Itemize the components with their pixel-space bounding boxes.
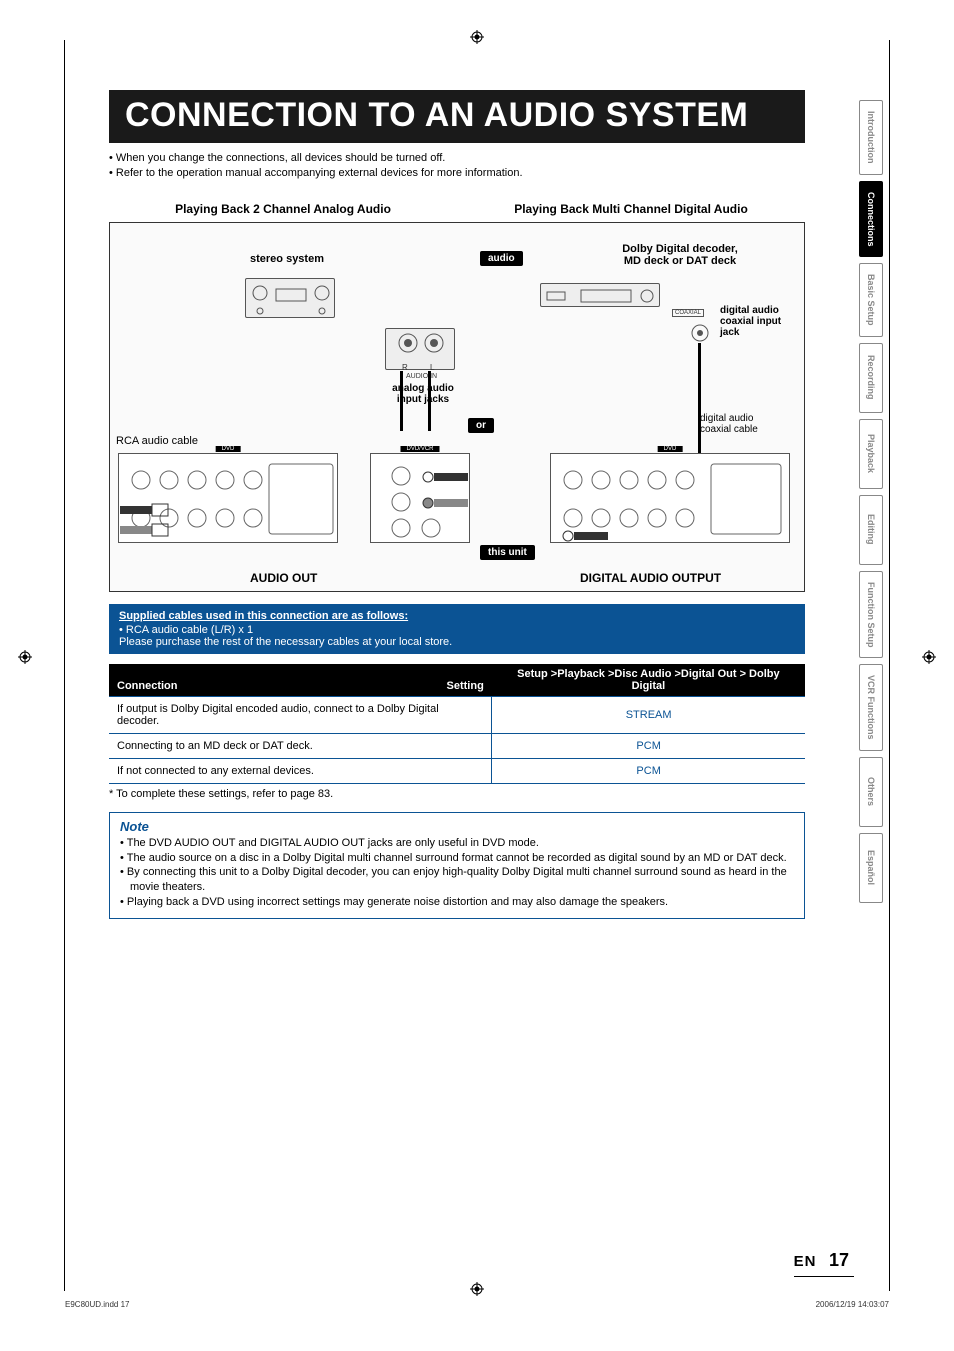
table-setting-header: Setting [447, 680, 484, 692]
supplied-line-1: • RCA audio cable (L/R) x 1 [119, 624, 795, 636]
diagram-body: stereo system audio Dolby Digital decode… [109, 222, 805, 592]
supplied-cables-box: Supplied cables used in this connection … [109, 604, 805, 654]
page-lang: EN [794, 1253, 817, 1270]
supplied-header: Supplied cables used in this connection … [119, 610, 795, 622]
footer-left: E9C80UD.indd 17 [65, 1300, 129, 1309]
note-box: Note The DVD AUDIO OUT and DIGITAL AUDIO… [109, 812, 805, 919]
analog-input-jacks-icon [385, 328, 455, 370]
digital-coax-jack-2: coaxial input [720, 316, 781, 327]
settings-table: Connection Setting Setup >Playback >Disc… [109, 664, 805, 784]
this-unit-pill: this unit [480, 545, 535, 560]
tab-function-setup[interactable]: Function Setup [859, 571, 883, 659]
digital-coax-cable-2: coaxial cable [700, 424, 758, 435]
digital-coax-jack-1: digital audio [720, 305, 781, 316]
stereo-device-icon [245, 278, 335, 318]
table-value-cell: PCM [492, 733, 805, 758]
tab-others[interactable]: Others [859, 757, 883, 827]
table-footnote: * To complete these settings, refer to p… [109, 788, 805, 800]
rca-plug-l-icon [120, 503, 170, 520]
page-num: 17 [829, 1250, 849, 1270]
table-connection-cell: If not connected to any external devices… [109, 758, 492, 783]
note-title: Note [120, 819, 794, 834]
stereo-system-label: stereo system [250, 253, 324, 265]
note-item: The audio source on a disc in a Dolby Di… [120, 851, 794, 866]
note-item: The DVD AUDIO OUT and DIGITAL AUDIO OUT … [120, 836, 794, 851]
table-setting-path: Setup >Playback >Disc Audio >Digital Out… [492, 664, 805, 697]
registration-mark-right-icon [922, 650, 936, 664]
tab-recording[interactable]: Recording [859, 343, 883, 413]
page-frame: CONNECTION TO AN AUDIO SYSTEM • When you… [64, 40, 890, 1291]
tab-introduction[interactable]: Introduction [859, 100, 883, 175]
coaxial-small-label: COAXIAL [672, 309, 704, 317]
table-row: Connecting to an MD deck or DAT deck. PC… [109, 733, 805, 758]
coax-plug-icon [560, 529, 610, 546]
digital-coax-jack-3: jack [720, 327, 781, 338]
page-number-rule-icon [794, 1276, 854, 1277]
tab-vcr-functions[interactable]: VCR Functions [859, 664, 883, 751]
rca-cable-label: RCA audio cable [116, 435, 198, 447]
rca-plug-center-l-icon [420, 471, 470, 486]
tab-connections[interactable]: Connections [859, 181, 883, 258]
audio-pill: audio [480, 251, 523, 266]
rca-plug-r-icon [120, 523, 170, 540]
intro-line-2: • Refer to the operation manual accompan… [109, 166, 849, 181]
note-item: Playing back a DVD using incorrect setti… [120, 895, 794, 910]
or-pill: or [468, 418, 494, 433]
tab-basic-setup[interactable]: Basic Setup [859, 263, 883, 337]
rca-plug-center-r-icon [420, 497, 470, 512]
analog-audio-2: input jacks [378, 394, 468, 405]
intro-line-1: • When you change the connections, all d… [109, 151, 849, 166]
footer-right: 2006/12/19 14:03:07 [816, 1300, 889, 1309]
cable-line-icon [428, 371, 431, 431]
dolby-label-2: MD deck or DAT deck [580, 255, 780, 267]
analog-audio-1: analog audio [378, 383, 468, 394]
note-item: By connecting this unit to a Dolby Digit… [120, 865, 794, 895]
diagram-header-left: Playing Back 2 Channel Analog Audio [109, 202, 457, 216]
audio-out-label: AUDIO OUT [250, 571, 317, 585]
cable-line-icon [400, 371, 403, 431]
table-connection-header: Connection [117, 680, 447, 692]
page-number: EN 17 [794, 1250, 849, 1271]
table-row: If not connected to any external devices… [109, 758, 805, 783]
dolby-deck-icon [540, 283, 660, 307]
tab-playback[interactable]: Playback [859, 419, 883, 489]
supplied-line-2: Please purchase the rest of the necessar… [119, 636, 795, 648]
table-value-cell: STREAM [492, 696, 805, 733]
audio-in-small: AUDIO IN [406, 373, 437, 380]
digital-coax-cable-1: digital audio [700, 413, 758, 424]
table-connection-cell: If output is Dolby Digital encoded audio… [109, 696, 492, 733]
tab-editing[interactable]: Editing [859, 495, 883, 565]
page-title: CONNECTION TO AN AUDIO SYSTEM [109, 90, 805, 143]
digital-audio-output-label: DIGITAL AUDIO OUTPUT [580, 571, 721, 585]
table-row: If output is Dolby Digital encoded audio… [109, 696, 805, 733]
diagram-area: Playing Back 2 Channel Analog Audio Play… [109, 202, 849, 592]
dolby-label-1: Dolby Digital decoder, [580, 243, 780, 255]
side-tabs: Introduction Connections Basic Setup Rec… [859, 100, 883, 903]
intro-bullets: • When you change the connections, all d… [109, 151, 849, 182]
diagram-header-right: Playing Back Multi Channel Digital Audio [457, 202, 805, 216]
table-value-cell: PCM [492, 758, 805, 783]
registration-mark-left-icon [18, 650, 32, 664]
tab-espanol[interactable]: Español [859, 833, 883, 903]
table-connection-cell: Connecting to an MD deck or DAT deck. [109, 733, 492, 758]
